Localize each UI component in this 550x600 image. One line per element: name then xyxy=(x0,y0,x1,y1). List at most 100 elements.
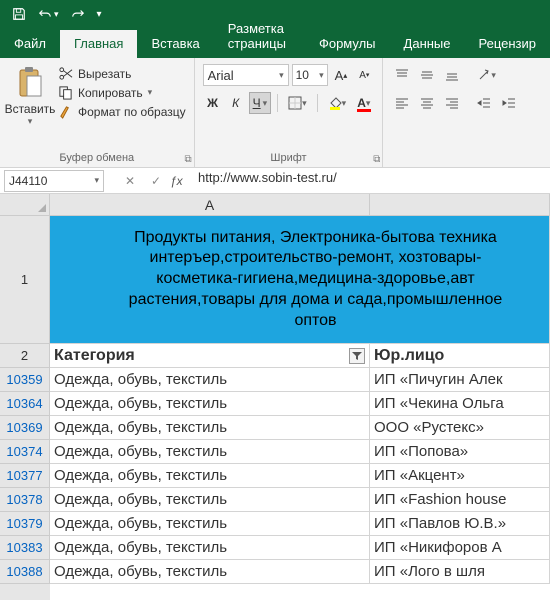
align-middle-icon xyxy=(420,68,434,82)
group-alignment: ▾ xyxy=(383,58,528,167)
cell[interactable]: Одежда, обувь, текстиль xyxy=(50,392,370,416)
borders-button[interactable]: ▾ xyxy=(284,92,311,114)
align-middle-button[interactable] xyxy=(416,64,438,86)
align-left-button[interactable] xyxy=(391,92,413,114)
enter-formula-button[interactable]: ✓ xyxy=(144,170,168,192)
banner-cell[interactable]: Продукты питания, Электроника-бытова тех… xyxy=(50,216,550,344)
cell[interactable]: ИП «Попова» xyxy=(370,440,550,464)
tab-data[interactable]: Данные xyxy=(390,30,465,58)
font-name-combo[interactable]: Arial▾ xyxy=(203,64,289,86)
align-bottom-button[interactable] xyxy=(441,64,463,86)
decrease-font-button[interactable]: A▾ xyxy=(354,64,374,86)
cells-area: A Продукты питания, Электроника-бытова т… xyxy=(50,194,550,600)
borders-icon xyxy=(288,96,302,110)
italic-button[interactable]: К xyxy=(226,92,246,114)
decrease-indent-button[interactable] xyxy=(473,92,495,114)
filter-button[interactable] xyxy=(349,348,365,364)
formula-bar[interactable]: http://www.sobin-test.ru/ xyxy=(192,170,550,192)
tab-formulas[interactable]: Формулы xyxy=(305,30,390,58)
redo-button[interactable] xyxy=(65,5,91,23)
row-header[interactable]: 10388 xyxy=(0,560,50,584)
col-b-header-cell[interactable]: Юр.лицо xyxy=(370,344,550,368)
cell[interactable]: ИП «Fashion house xyxy=(370,488,550,512)
bold-button[interactable]: Ж xyxy=(203,92,223,114)
ribbon-tabs: Файл Главная Вставка Разметка страницы Ф… xyxy=(0,28,550,58)
increase-font-button[interactable]: A▴ xyxy=(331,64,352,86)
filter-icon xyxy=(352,351,362,361)
copy-button[interactable]: Копировать▾ xyxy=(58,85,186,100)
font-name-value: Arial xyxy=(208,68,234,83)
cell[interactable]: ООО «Рустекс» xyxy=(370,416,550,440)
indent-icon xyxy=(502,96,516,110)
name-box[interactable]: J44110▾ xyxy=(4,170,104,192)
tab-review[interactable]: Рецензир xyxy=(465,30,550,58)
formula-bar-row: J44110▾ ✕ ✓ ƒx http://www.sobin-test.ru/ xyxy=(0,168,550,194)
tab-layout[interactable]: Разметка страницы xyxy=(214,15,305,58)
cancel-formula-button[interactable]: ✕ xyxy=(118,170,142,192)
cell[interactable]: ИП «Чекина Ольга xyxy=(370,392,550,416)
cell[interactable]: Одежда, обувь, текстиль xyxy=(50,488,370,512)
column-header-a[interactable]: A xyxy=(50,194,370,216)
save-icon xyxy=(12,7,26,21)
customize-qat-button[interactable]: ▾ xyxy=(91,7,108,22)
underline-button[interactable]: Ч▾ xyxy=(249,92,272,114)
paste-icon xyxy=(15,66,45,100)
increase-indent-button[interactable] xyxy=(498,92,520,114)
col-a-header-cell[interactable]: Категория xyxy=(50,344,370,368)
column-header-b[interactable] xyxy=(370,194,550,216)
row-header[interactable]: 10359 xyxy=(0,368,50,392)
row-header[interactable]: 10377 xyxy=(0,464,50,488)
fill-color-button[interactable]: ▾ xyxy=(324,92,351,114)
align-top-button[interactable] xyxy=(391,64,413,86)
row-header[interactable]: 2 xyxy=(0,344,50,368)
cell[interactable]: ИП «Акцент» xyxy=(370,464,550,488)
align-top-icon xyxy=(395,68,409,82)
row-header[interactable]: 10374 xyxy=(0,440,50,464)
format-painter-label: Формат по образцу xyxy=(78,105,186,119)
fx-label[interactable]: ƒx xyxy=(170,174,192,188)
font-color-button[interactable]: A▾ xyxy=(353,92,374,114)
row-header[interactable]: 10369 xyxy=(0,416,50,440)
font-size-combo[interactable]: 10▾ xyxy=(292,64,328,86)
group-font-label: Шрифт xyxy=(203,150,375,167)
group-clipboard-label: Буфер обмена xyxy=(8,150,186,167)
orientation-icon xyxy=(477,68,491,82)
cut-label: Вырезать xyxy=(78,67,131,81)
align-right-button[interactable] xyxy=(441,92,463,114)
cut-button[interactable]: Вырезать xyxy=(58,66,186,81)
orientation-button[interactable]: ▾ xyxy=(473,64,500,86)
tab-file[interactable]: Файл xyxy=(0,30,60,58)
row-header[interactable]: 10379 xyxy=(0,512,50,536)
tab-insert[interactable]: Вставка xyxy=(137,30,213,58)
align-right-icon xyxy=(445,96,459,110)
cell[interactable]: ИП «Пичугин Алек xyxy=(370,368,550,392)
cell[interactable]: ИП «Лого в шля xyxy=(370,560,550,584)
cell[interactable]: Одежда, обувь, текстиль xyxy=(50,536,370,560)
select-all-button[interactable] xyxy=(0,194,50,216)
cell[interactable]: ИП «Никифоров А xyxy=(370,536,550,560)
row-header[interactable]: 10383 xyxy=(0,536,50,560)
cell[interactable]: ИП «Павлов Ю.В.» xyxy=(370,512,550,536)
row-header[interactable]: 1 xyxy=(0,216,50,344)
row-header[interactable]: 10364 xyxy=(0,392,50,416)
cell[interactable]: Одежда, обувь, текстиль xyxy=(50,440,370,464)
clipboard-dialog-launcher[interactable]: ⧉ xyxy=(184,154,191,165)
cell[interactable]: Одежда, обувь, текстиль xyxy=(50,560,370,584)
save-button[interactable] xyxy=(6,5,32,23)
group-clipboard: Вставить ▾ Вырезать Копировать▾ Формат п… xyxy=(0,58,195,167)
cell[interactable]: Одежда, обувь, текстиль xyxy=(50,512,370,536)
worksheet-grid: 1 2 10359 10364 10369 10374 10377 10378 … xyxy=(0,194,550,600)
format-painter-button[interactable]: Формат по образцу xyxy=(58,104,186,119)
brush-icon xyxy=(58,104,73,119)
undo-button[interactable]: ▾ xyxy=(32,5,65,23)
font-dialog-launcher[interactable]: ⧉ xyxy=(373,154,380,165)
cell[interactable]: Одежда, обувь, текстиль xyxy=(50,416,370,440)
paste-button[interactable]: Вставить ▾ xyxy=(8,62,52,150)
cell[interactable]: Одежда, обувь, текстиль xyxy=(50,464,370,488)
align-center-button[interactable] xyxy=(416,92,438,114)
copy-label: Копировать xyxy=(78,86,143,100)
group-alignment-label xyxy=(391,162,520,167)
row-header[interactable]: 10378 xyxy=(0,488,50,512)
tab-home[interactable]: Главная xyxy=(60,30,137,58)
cell[interactable]: Одежда, обувь, текстиль xyxy=(50,368,370,392)
